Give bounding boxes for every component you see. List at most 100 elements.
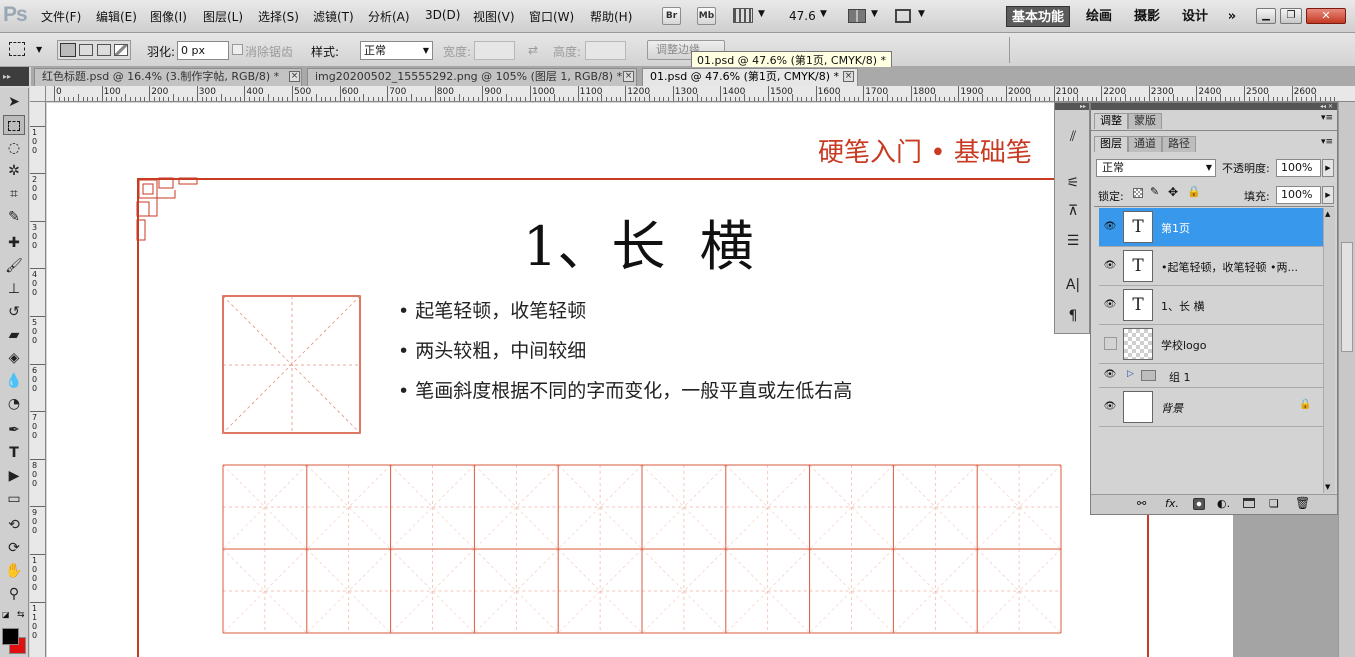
eyedropper-icon[interactable]: ✎ [3,207,25,227]
lock-pixels-icon[interactable]: ✎ [1150,185,1159,198]
tab-paths[interactable]: 路径 [1162,136,1196,152]
menu-select[interactable]: 选择(S) [258,8,299,25]
lock-position-icon[interactable]: ✥ [1168,185,1178,199]
feather-input[interactable]: 0 px [177,41,229,60]
history-brush-icon[interactable]: ↺ [3,302,25,322]
scroll-down-icon[interactable]: ▼ [1325,483,1330,491]
marquee-tool-icon[interactable] [3,115,25,135]
height-input[interactable] [585,41,626,60]
3d-orbit-icon[interactable]: ⟳ [3,538,25,558]
menu-filter[interactable]: 滤镜(T) [313,8,354,25]
subtract-selection-icon[interactable] [97,44,111,56]
visibility-toggle-empty[interactable] [1104,337,1117,350]
shape-tool-icon[interactable]: ▭ [3,489,25,509]
workspace-essentials[interactable]: 基本功能 [1006,6,1070,27]
healing-brush-icon[interactable]: ✚ [3,233,25,253]
menu-window[interactable]: 窗口(W) [529,8,574,25]
paint-bucket-icon[interactable]: ◈ [3,348,25,368]
new-layer-icon[interactable]: ❏ [1269,497,1279,510]
zoom-level[interactable]: 47.6 [789,9,816,23]
expand-triangle-icon[interactable]: ▷ [1127,369,1134,379]
layer-group-row[interactable]: 👁 ▷ 组 1 [1099,364,1325,388]
swap-icon[interactable]: ⇄ [528,43,538,57]
layer-row[interactable]: 👁 T 第1页 [1099,208,1325,247]
character-icon[interactable]: A| [1063,275,1083,295]
default-colors-icon[interactable]: ◪ [2,610,10,619]
3d-rotate-icon[interactable]: ⟲ [3,515,25,535]
layer-name[interactable]: 第1页 [1161,220,1311,236]
foreground-color-swatch[interactable] [2,628,19,645]
move-tool-icon[interactable]: ➤ [3,92,25,112]
view-extras-icon[interactable] [733,8,753,23]
trash-icon[interactable]: 🗑 [1295,496,1310,510]
scroll-up-icon[interactable]: ▲ [1325,210,1330,218]
visibility-eye-icon[interactable]: 👁 [1102,298,1118,312]
chevron-down-icon[interactable]: ▼ [820,9,827,19]
workspace-painting[interactable]: 绘画 [1080,6,1118,27]
rect-marquee-icon[interactable] [9,42,25,56]
panel-menu-icon[interactable]: ▾≡ [1321,137,1333,147]
tool-presets-icon[interactable]: ☰ [1063,231,1083,251]
menu-image[interactable]: 图像(I) [150,8,187,25]
chevron-down-icon[interactable]: ▼ [758,9,765,19]
layer-mask-icon[interactable] [1193,498,1205,510]
ruler-origin[interactable] [30,86,46,102]
panel-header-bar[interactable]: ◂◂ ✕ [1091,103,1337,110]
layer-name[interactable]: 组 1 [1169,369,1319,385]
menu-view[interactable]: 视图(V) [473,8,515,25]
adjustment-layer-icon[interactable]: ◐. [1217,497,1230,510]
tab-channels[interactable]: 通道 [1128,136,1162,152]
minimize-icon[interactable]: ▁ [1256,8,1276,24]
lock-all-icon[interactable]: 🔒 [1187,185,1201,198]
close-icon[interactable]: × [289,71,300,82]
fill-input[interactable]: 100% [1276,186,1321,204]
lock-transparency-icon[interactable] [1133,188,1143,198]
tab-img-png[interactable]: img20200502_15555292.png @ 105% (图层 1, R… [307,68,637,86]
brush-presets-icon[interactable]: ⚟ [1063,173,1083,193]
antialias-checkbox[interactable] [232,44,243,55]
clone-source-icon[interactable]: ⊼ [1063,201,1083,221]
link-layers-icon[interactable]: ⚯ [1137,497,1146,510]
toolbar-collapse-icon[interactable]: ▸▸ [0,67,29,86]
opacity-input[interactable]: 100% [1276,159,1321,177]
collapse-icon[interactable]: ▸▸ [1055,103,1089,110]
fill-arrow-icon[interactable]: ▶ [1322,186,1334,204]
vertical-ruler[interactable]: 1 0 0 2 0 0 3 0 0 4 0 0 5 0 0 6 0 0 7 0 0 8 0 0… [30,102,46,657]
blur-tool-icon[interactable]: 💧 [3,371,25,391]
intersect-selection-icon[interactable] [114,44,128,56]
layer-row[interactable]: 学校logo [1099,325,1325,364]
paragraph-icon[interactable]: ¶ [1063,306,1083,326]
style-select[interactable]: 正常 ▼ [360,41,433,60]
swap-colors-icon[interactable]: ⇆ [17,610,25,620]
tab-masks[interactable]: 蒙版 [1128,113,1162,129]
minibridge-button[interactable]: Mb [697,7,716,25]
visibility-eye-icon[interactable]: 👁 [1102,400,1118,414]
layer-row[interactable]: 👁 T 1、长 横 [1099,286,1325,325]
histogram-icon[interactable]: ⫽ [1063,127,1083,147]
close-icon[interactable]: ✕ [1306,8,1346,24]
menu-file[interactable]: 文件(F) [41,8,81,25]
horizontal-ruler[interactable]: 0 100 200 300 400 500 600 700 800 900 1000 1100 1200… [46,86,1355,102]
tab-layers[interactable]: 图层 [1094,136,1128,152]
menu-help[interactable]: 帮助(H) [590,8,632,25]
layer-list-scrollbar[interactable]: ▲ ▼ [1323,208,1335,493]
close-icon[interactable]: × [623,71,634,82]
hand-tool-icon[interactable]: ✋ [3,561,25,581]
visibility-eye-icon[interactable]: 👁 [1102,368,1118,382]
crop-tool-icon[interactable]: ⌗ [3,184,25,204]
menu-analysis[interactable]: 分析(A) [368,8,410,25]
menu-layer[interactable]: 图层(L) [203,8,243,25]
visibility-eye-icon[interactable]: 👁 [1102,259,1118,273]
visibility-eye-icon[interactable]: 👁 [1102,220,1118,234]
path-select-icon[interactable]: ▶ [3,466,25,486]
workspace-design[interactable]: 设计 [1176,6,1214,27]
bridge-button[interactable]: Br [662,7,681,25]
layer-name[interactable]: 1、长 横 [1161,298,1311,314]
layer-row[interactable]: 👁 T •起笔轻顿，收笔轻顿 •两... [1099,247,1325,286]
pen-tool-icon[interactable]: ✒ [3,420,25,440]
close-icon[interactable]: × [843,71,854,82]
clone-stamp-icon[interactable]: ⊥ [3,279,25,299]
menu-edit[interactable]: 编辑(E) [96,8,137,25]
screen-mode-icon[interactable] [895,9,911,23]
brush-tool-icon[interactable]: 🖌 [3,256,25,276]
